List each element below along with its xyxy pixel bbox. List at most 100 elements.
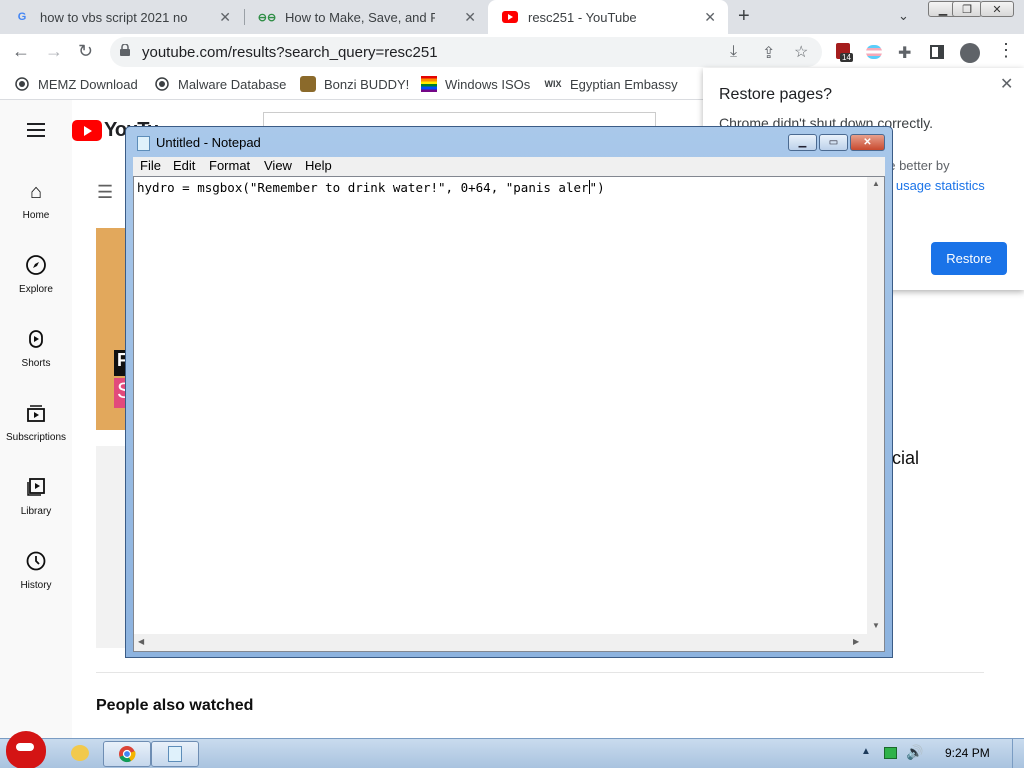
sidebar-item-explore[interactable]: Explore [0, 254, 72, 295]
menu-file[interactable]: File [140, 158, 161, 173]
compass-icon [24, 254, 48, 278]
rainbow-flag-icon [421, 76, 437, 92]
horizontal-scrollbar[interactable]: ◀ ▶ [134, 634, 867, 651]
window-title: Untitled - Notepad [156, 135, 261, 150]
popup-title: Restore pages? [719, 86, 832, 103]
sidebar-item-label: History [20, 580, 52, 591]
install-icon[interactable]: ⤓ [730, 43, 737, 61]
editor-text-after-caret: ") [589, 180, 605, 195]
share-icon[interactable]: ⇪ [762, 43, 775, 63]
trans-flag-icon[interactable] [866, 45, 882, 59]
editor-text-before-caret: hydro = msgbox("Remember to drink water!… [137, 180, 589, 195]
close-icon[interactable]: ✕ [1000, 74, 1013, 94]
bookmark-memz[interactable]: MEMZ Download [14, 76, 138, 92]
bookmark-malware-db[interactable]: Malware Database [154, 76, 286, 92]
chrome-icon [119, 746, 136, 763]
restore-button[interactable]: Restore [931, 242, 1007, 275]
tab-strip: G how to vbs script 2021 no viru ✕ ⊖⊖ Ho… [0, 0, 1024, 34]
tab-youtube[interactable]: resc251 - YouTube ✕ [488, 0, 728, 34]
sidebar-item-shorts[interactable]: Shorts [0, 328, 72, 369]
subscriptions-icon [24, 402, 48, 426]
shorts-icon [24, 328, 48, 352]
notepad-icon [137, 136, 150, 151]
scrollbar-corner [867, 634, 884, 651]
browser-toolbar: ← → ↻ youtube.com/results?search_query=r… [0, 34, 1024, 70]
sidebar-item-library[interactable]: Library [0, 476, 72, 517]
explorer-icon[interactable] [71, 745, 89, 761]
menu-edit[interactable]: Edit [173, 158, 195, 173]
vertical-scrollbar[interactable]: ▲ ▼ [867, 177, 884, 636]
minimize-button[interactable]: ▁ [788, 134, 817, 151]
menu-view[interactable]: View [264, 158, 292, 173]
bookmark-egyptian-embassy[interactable]: WIX Egyptian Embassy [544, 76, 678, 92]
bookmark-star-icon[interactable]: ☆ [794, 42, 808, 62]
maximize-button[interactable]: ▭ [819, 134, 848, 151]
new-tab-button[interactable]: + [738, 5, 750, 28]
show-desktop-button[interactable] [1012, 739, 1024, 768]
close-icon[interactable]: ✕ [464, 9, 476, 26]
hamburger-menu-icon[interactable] [27, 123, 45, 137]
sidebar-item-label: Home [22, 210, 50, 221]
url-text[interactable]: youtube.com/results?search_query=resc251 [142, 44, 438, 61]
puzzle-extensions-icon[interactable]: ✚ [898, 43, 911, 63]
bookmark-label: Malware Database [178, 76, 287, 92]
bookmark-label: Windows ISOs [445, 76, 531, 92]
text-editor-area[interactable]: hydro = msgbox("Remember to drink water!… [133, 176, 885, 652]
sidebar-item-label: Shorts [21, 358, 51, 369]
bonzi-icon [300, 76, 316, 92]
sidebar-item-home[interactable]: ⌂ Home [0, 180, 72, 221]
tab-vbs-search[interactable]: G how to vbs script 2021 no viru ✕ [0, 0, 243, 34]
bookmark-bonzi[interactable]: Bonzi BUDDY! [300, 76, 409, 92]
sidebar-item-label: Library [20, 506, 52, 517]
start-button-angry-bird-icon[interactable] [6, 731, 46, 768]
scroll-up-icon[interactable]: ▲ [872, 179, 880, 188]
taskbar: ▲ 🔊 9:24 PM [0, 731, 1024, 768]
clock[interactable]: 9:24 PM [945, 746, 990, 760]
google-g-icon: G [17, 11, 27, 23]
filter-icon[interactable]: ☰ [97, 182, 113, 203]
history-icon [24, 550, 48, 574]
profile-avatar[interactable] [960, 43, 980, 63]
close-icon[interactable]: ✕ [219, 9, 231, 26]
sidebar-item-history[interactable]: History [0, 550, 72, 591]
globe-icon [154, 76, 170, 92]
youtube-icon [502, 9, 518, 25]
scroll-down-icon[interactable]: ▼ [872, 621, 880, 630]
side-panel-icon[interactable] [930, 45, 944, 59]
tab-title: resc251 - YouTube [528, 9, 637, 25]
usage-statistics-link[interactable]: usage statistics [896, 178, 985, 193]
reload-icon[interactable]: ↻ [78, 41, 93, 62]
notepad-icon [168, 746, 182, 762]
video-title-fragment[interactable]: cial [892, 448, 919, 469]
restore-window-button[interactable]: ❐ [952, 1, 982, 17]
volume-icon[interactable]: 🔊 [906, 744, 923, 761]
menu-help[interactable]: Help [305, 158, 332, 173]
tab-search-chevron-icon[interactable]: ⌄ [898, 8, 909, 24]
close-button[interactable]: ✕ [850, 134, 885, 151]
scroll-left-icon[interactable]: ◀ [138, 637, 144, 646]
address-bar[interactable]: youtube.com/results?search_query=resc251… [110, 37, 822, 67]
globe-icon [14, 76, 30, 92]
window-close-button[interactable]: ✕ [980, 1, 1014, 17]
taskbar-chrome-button[interactable] [103, 741, 151, 767]
taskbar-notepad-button[interactable] [151, 741, 199, 767]
sidebar-item-label: Explore [19, 284, 53, 295]
extension-shield-icon[interactable]: 14 [836, 43, 853, 62]
editor-content[interactable]: hydro = msgbox("Remember to drink water!… [137, 180, 605, 195]
network-icon[interactable] [884, 747, 897, 759]
close-icon[interactable]: ✕ [704, 9, 716, 26]
back-arrow-icon[interactable]: ← [12, 41, 30, 62]
bookmark-label: MEMZ Download [38, 76, 138, 92]
scroll-right-icon[interactable]: ▶ [853, 637, 859, 646]
show-hidden-icons-icon[interactable]: ▲ [861, 746, 871, 757]
kebab-menu-icon[interactable]: ⋮ [997, 40, 1015, 61]
notepad-window[interactable]: Untitled - Notepad ▁ ▭ ✕ File Edit Forma… [125, 126, 893, 658]
tab-title: How to Make, Save, and Run a [285, 9, 435, 25]
forward-arrow-icon[interactable]: → [45, 41, 63, 62]
sidebar-item-subscriptions[interactable]: Subscriptions [0, 402, 72, 443]
menu-format[interactable]: Format [209, 158, 250, 173]
youtube-logo-icon[interactable] [72, 120, 102, 141]
bookmark-label: Egyptian Embassy [570, 76, 678, 92]
tab-how-to-make[interactable]: ⊖⊖ How to Make, Save, and Run a ✕ [245, 0, 488, 34]
bookmark-windows-isos[interactable]: Windows ISOs [421, 76, 530, 92]
